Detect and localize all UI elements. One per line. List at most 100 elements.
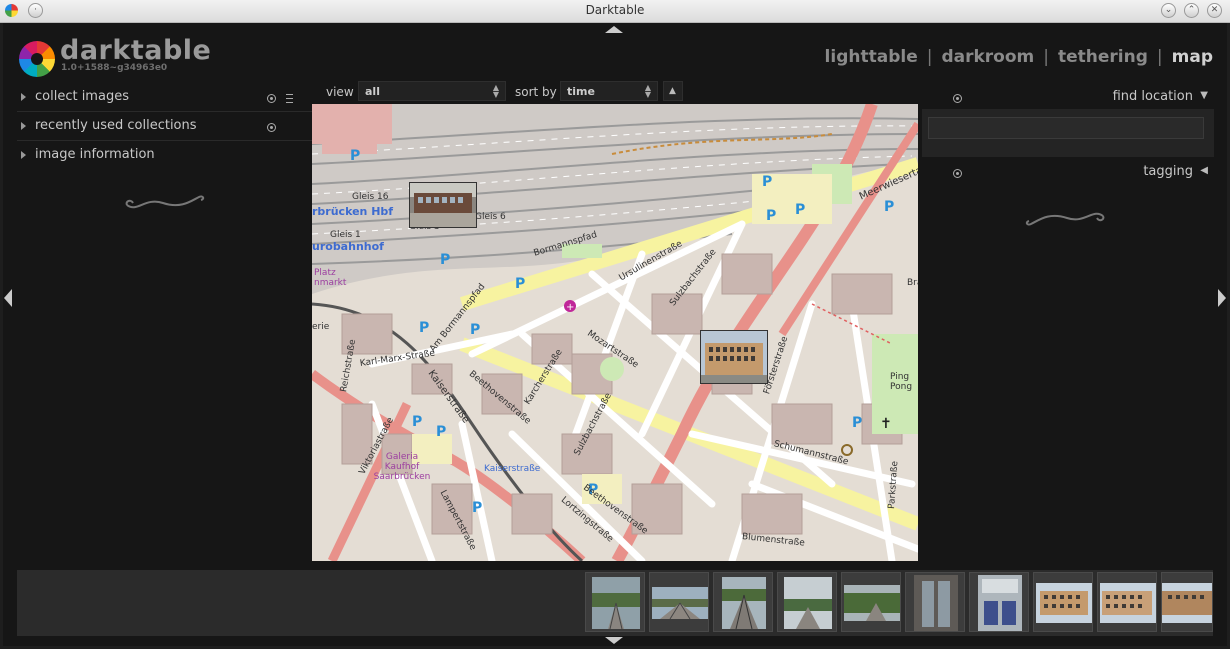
module-label: find location (1112, 89, 1193, 104)
find-location-module[interactable]: find location ▼ (920, 84, 1215, 112)
svg-text:P: P (470, 322, 480, 338)
filmstrip-thumbnail[interactable] (905, 572, 965, 632)
map-label: erie (312, 322, 330, 332)
view-map[interactable]: map (1172, 47, 1213, 67)
svg-text:P: P (350, 148, 360, 164)
svg-text:✝: ✝ (880, 416, 892, 432)
reset-icon[interactable] (267, 94, 276, 103)
thumbnail-image (1100, 583, 1156, 623)
map-label: Gleis 16 (352, 192, 389, 202)
map-label: rbrücken Hbf (312, 205, 394, 218)
view-separator: | (1043, 47, 1049, 67)
view-separator: | (926, 47, 933, 67)
updown-icon: ▲ ▼ (492, 83, 499, 99)
app-window: darktable 1.0+1588~g34963e0 lighttable | d… (3, 23, 1227, 646)
map-tiles: PPP P PP PPP PPP PP + ✝ (312, 104, 918, 561)
svg-text:P: P (436, 424, 446, 440)
tagging-module[interactable]: tagging ◀ (920, 159, 1215, 187)
reset-icon[interactable] (267, 123, 276, 132)
filmstrip-thumbnail[interactable] (649, 572, 709, 632)
window-title: Darktable (585, 3, 645, 17)
map-label: nmarkt (314, 278, 347, 288)
thumbnail-image (914, 575, 958, 631)
location-search-input[interactable] (928, 117, 1204, 139)
view-value: all (365, 85, 380, 98)
svg-text:P: P (762, 174, 772, 190)
triangle-right-icon[interactable] (21, 122, 26, 130)
maximize-button[interactable]: ⌃ (1184, 3, 1199, 18)
triangle-down-icon[interactable]: ▼ (1200, 90, 1208, 101)
filmstrip-thumbnail[interactable] (841, 572, 901, 632)
filmstrip-thumbnail[interactable] (777, 572, 837, 632)
view-lighttable[interactable]: lighttable (825, 47, 918, 67)
svg-text:P: P (419, 320, 429, 336)
arrow-left-icon[interactable] (4, 289, 12, 307)
view-label: view (326, 85, 354, 99)
svg-text:P: P (795, 202, 805, 218)
svg-text:P: P (515, 276, 525, 292)
view-switcher: lighttable | darkroom | tethering | map (825, 47, 1213, 67)
module-label: tagging (1143, 164, 1193, 179)
thumbnail-image (978, 575, 1022, 631)
map-label: Ping Pong (890, 372, 913, 392)
map-canvas[interactable]: PPP PPP PPP PPP PP + ✝ Gleis 16 Gleis 3 … (312, 104, 918, 561)
svg-text:P: P (440, 252, 450, 268)
view-tethering[interactable]: tethering (1058, 47, 1148, 67)
view-combobox[interactable]: all ▲ ▼ (358, 81, 506, 101)
sort-order-button[interactable]: ▲ (663, 81, 683, 101)
arrow-up-icon[interactable] (605, 26, 623, 33)
app-name: darktable (60, 35, 212, 66)
image-information-module[interactable]: image information (17, 142, 312, 170)
recent-collections-module[interactable]: recently used collections (17, 113, 312, 141)
map-label: Platz (314, 268, 336, 278)
triangle-right-icon[interactable] (21, 93, 26, 101)
reset-icon[interactable] (953, 94, 962, 103)
filmstrip-thumbnail[interactable] (713, 572, 773, 632)
map-image-thumbnail[interactable] (409, 182, 477, 228)
svg-text:P: P (766, 208, 776, 224)
window-titlebar: · Darktable ⌄ ⌃ ✕ (0, 0, 1230, 23)
module-label: image information (35, 147, 155, 162)
svg-text:P: P (884, 199, 894, 215)
sort-value: time (567, 85, 595, 98)
filmstrip-thumbnail[interactable] (1097, 572, 1157, 632)
filmstrip[interactable] (17, 570, 1213, 636)
map-label: Gleis 6 (475, 212, 506, 222)
triangle-up-icon: ▲ (669, 86, 676, 96)
filmstrip-thumbnail[interactable] (585, 572, 645, 632)
map-image-thumbnail[interactable] (700, 330, 768, 384)
sort-combobox[interactable]: time ▲ ▼ (560, 81, 658, 101)
thumbnail-image (701, 331, 767, 383)
reset-icon[interactable] (953, 169, 962, 178)
filmstrip-thumbnail[interactable] (969, 572, 1029, 632)
svg-text:+: + (566, 302, 574, 313)
close-button[interactable]: ✕ (1207, 3, 1222, 18)
triangle-left-icon[interactable]: ◀ (1200, 165, 1208, 176)
minimize-button[interactable]: ⌄ (1161, 3, 1176, 18)
view-darkroom[interactable]: darkroom (941, 47, 1034, 67)
thumbnail-image (784, 577, 832, 629)
map-label: Gleis 1 (330, 230, 361, 240)
collect-images-module[interactable]: collect images (17, 84, 312, 112)
map-label: Bra (907, 278, 918, 288)
sort-label: sort by (515, 85, 557, 99)
darktable-logo-icon (19, 41, 55, 77)
svg-text:P: P (412, 414, 422, 430)
triangle-right-icon[interactable] (21, 151, 26, 159)
module-label: recently used collections (35, 118, 197, 133)
arrow-down-icon[interactable] (605, 637, 623, 644)
thumbnail-image (722, 577, 766, 630)
module-label: collect images (35, 89, 129, 104)
filmstrip-thumbnail[interactable] (1033, 572, 1093, 632)
presets-icon[interactable] (286, 94, 293, 103)
panel-end-swirl-icon (1025, 212, 1105, 226)
updown-icon: ▲ ▼ (644, 83, 651, 99)
map-label: Kaiserstraße (484, 464, 541, 474)
svg-text:P: P (472, 500, 482, 516)
thumbnail-image (410, 183, 476, 227)
filmstrip-thumbnail[interactable] (1161, 572, 1213, 632)
thumbnail-image (1036, 583, 1092, 623)
thumbnail-image (844, 585, 900, 621)
map-label: urobahnhof (312, 240, 384, 253)
arrow-right-icon[interactable] (1218, 289, 1226, 307)
